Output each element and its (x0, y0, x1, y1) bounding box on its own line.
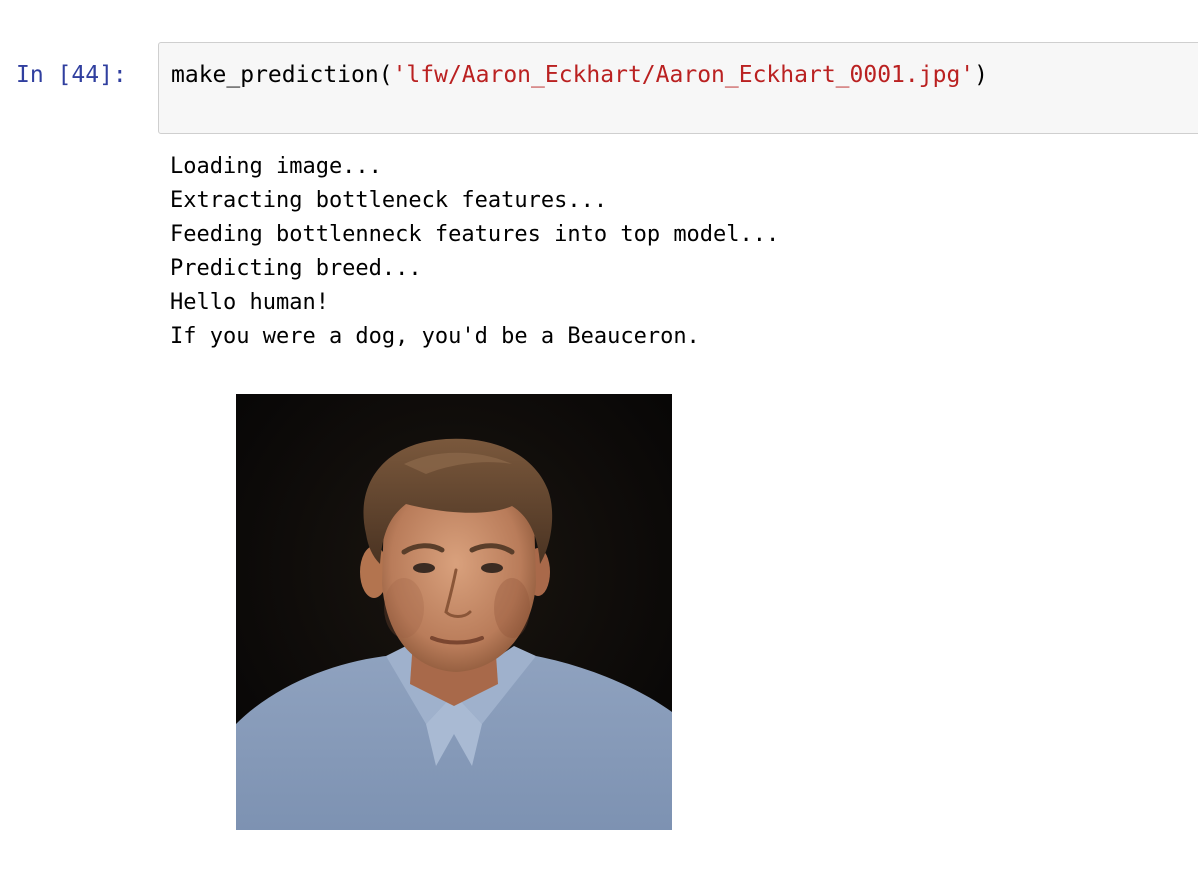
output-line: If you were a dog, you'd be a Beauceron. (170, 324, 700, 349)
code-close-paren: ) (974, 62, 989, 88)
code-string-argument: 'lfw/Aaron_Eckhart/Aaron_Eckhart_0001.jp… (392, 62, 975, 88)
output-portrait-image (236, 394, 672, 830)
output-line: Feeding bottlenneck features into top mo… (170, 222, 780, 247)
cell-output-text: Loading image... Extracting bottleneck f… (170, 150, 779, 354)
code-line: make_prediction('lfw/Aaron_Eckhart/Aaron… (171, 60, 988, 90)
code-function-call: make_prediction( (171, 62, 393, 88)
output-line: Hello human! (170, 290, 329, 315)
output-line: Predicting breed... (170, 256, 422, 281)
portrait-photo-icon (236, 394, 672, 830)
output-line: Loading image... (170, 154, 382, 179)
output-line: Extracting bottleneck features... (170, 188, 608, 213)
code-input-area[interactable]: make_prediction('lfw/Aaron_Eckhart/Aaron… (158, 42, 1198, 134)
input-prompt: In [44]: (16, 62, 127, 88)
